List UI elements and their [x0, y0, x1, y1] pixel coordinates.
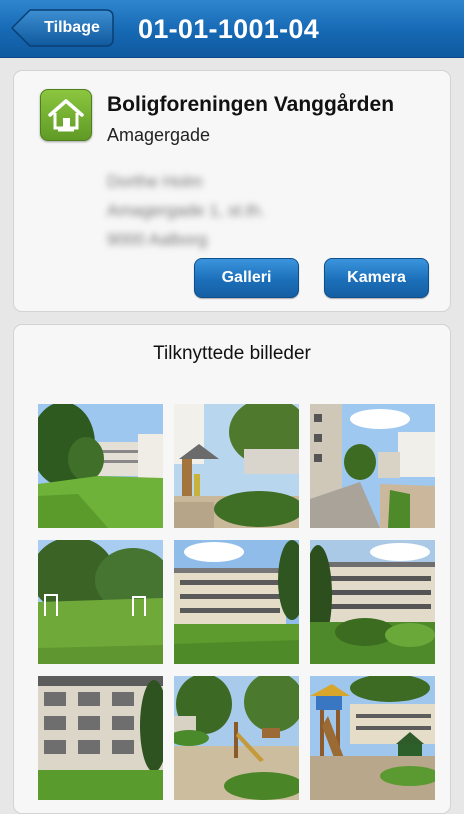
photo-thumbnail[interactable]: [38, 540, 163, 664]
back-button-label: Tilbage: [44, 19, 100, 36]
photo-thumbnail[interactable]: [38, 404, 163, 528]
camera-button[interactable]: Kamera: [324, 258, 429, 298]
blurred-contact-details: Dorthe Holm Amagergade 1, st.th. 9000 Aa…: [107, 167, 265, 254]
photo-thumbnail[interactable]: [310, 404, 435, 528]
blurred-line: Dorthe Holm: [107, 172, 203, 191]
photo-thumbnail[interactable]: [174, 404, 299, 528]
home-icon: [40, 89, 92, 141]
gallery-card: Tilknyttede billeder: [13, 324, 451, 814]
gallery-title: Tilknyttede billeder: [153, 343, 311, 364]
gallery-button[interactable]: Galleri: [194, 258, 299, 298]
photo-thumbnail[interactable]: [174, 676, 299, 800]
photo-thumbnail[interactable]: [310, 540, 435, 664]
photo-thumbnail[interactable]: [38, 676, 163, 800]
blurred-line: Amagergade 1, st.th.: [107, 201, 265, 220]
property-card: Boligforeningen Vanggården Amagergade Do…: [13, 70, 451, 312]
photo-thumbnail[interactable]: [310, 676, 435, 800]
page-title: 01-01-1001-04: [138, 14, 320, 44]
blurred-line: 9000 Aalborg: [107, 230, 208, 249]
street-name: Amagergade: [107, 125, 211, 145]
navigation-bar: Tilbage 01-01-1001-04: [0, 0, 464, 58]
back-button[interactable]: Tilbage: [10, 8, 114, 48]
organization-name: Boligforeningen Vanggården: [107, 93, 395, 116]
photo-thumbnail[interactable]: [174, 540, 299, 664]
